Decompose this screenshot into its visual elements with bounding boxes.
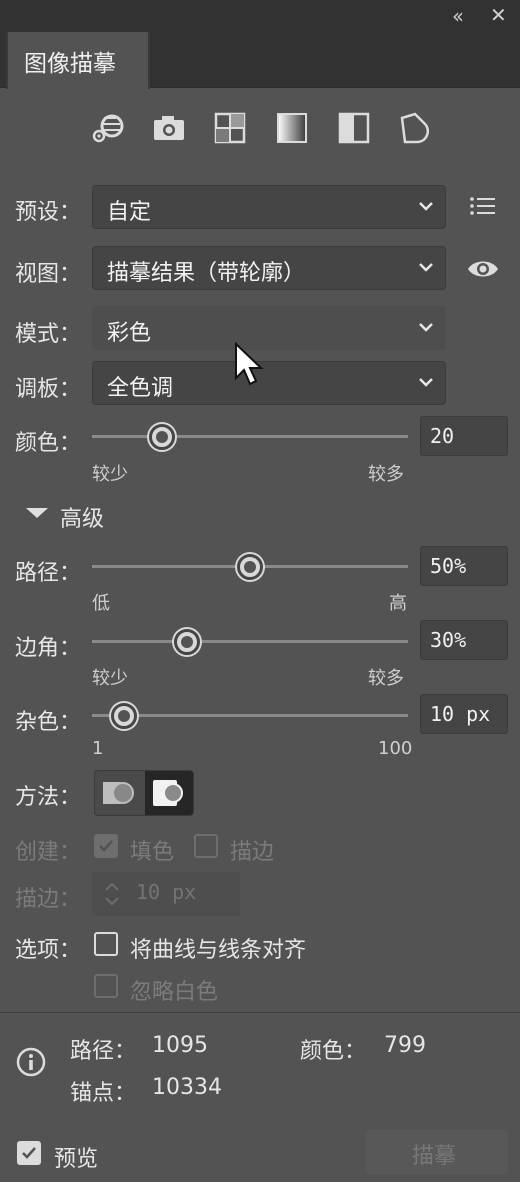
paths-label: 路径： xyxy=(15,561,82,586)
stepper-arrows-icon xyxy=(105,882,119,906)
colors-min-label: 较少 xyxy=(92,464,128,485)
eye-icon[interactable] xyxy=(466,256,500,282)
preview-checkbox[interactable] xyxy=(17,1141,41,1165)
stroke-width-value: 10 px xyxy=(136,880,197,904)
corners-max-label: 较多 xyxy=(368,668,404,689)
check-icon xyxy=(99,840,113,852)
ignore-white-label: 忽略白色 xyxy=(130,980,219,1005)
colors-slider-handle[interactable] xyxy=(148,423,175,450)
disclosure-triangle-icon[interactable] xyxy=(26,508,48,518)
stroke-label: 描边 xyxy=(230,840,275,865)
preset-dropdown[interactable]: 自定 xyxy=(92,185,446,229)
ignore-white-checkbox[interactable] xyxy=(94,974,118,998)
colors-label: 颜色： xyxy=(15,431,82,456)
info-icon xyxy=(16,1047,46,1077)
preset-menu-icon[interactable] xyxy=(466,193,500,221)
tab-bar: 图像描摹 xyxy=(0,32,520,89)
colors-count-value: 799 xyxy=(384,1033,426,1058)
noise-slider-handle[interactable] xyxy=(110,702,137,729)
create-label: 创建： xyxy=(15,840,82,865)
chevron-down-icon xyxy=(419,202,433,211)
chevron-down-icon xyxy=(419,323,433,332)
tab-label: 图像描摹 xyxy=(24,51,116,77)
chevron-down-icon xyxy=(419,378,433,387)
fill-label: 填色 xyxy=(130,840,175,865)
stroke-width-stepper[interactable]: 10 px xyxy=(92,872,240,916)
collapse-panel-icon[interactable]: ‹‹ xyxy=(452,4,464,28)
paths-count-label: 路径： xyxy=(70,1039,137,1064)
anchors-count-value: 10334 xyxy=(152,1075,222,1100)
anchors-count-label: 锚点： xyxy=(70,1081,137,1106)
noise-label: 杂色： xyxy=(15,710,82,735)
paths-count-value: 1095 xyxy=(152,1033,208,1058)
noise-value: 10 px xyxy=(430,702,491,726)
corners-slider-handle[interactable] xyxy=(173,628,200,655)
corners-label: 边角： xyxy=(15,636,82,661)
colors-input[interactable]: 20 xyxy=(420,416,508,456)
view-label: 视图： xyxy=(15,262,82,287)
check-icon xyxy=(22,1147,36,1159)
preview-label: 预览 xyxy=(54,1147,99,1172)
overlapping-method-button[interactable] xyxy=(145,771,193,815)
fill-checkbox[interactable] xyxy=(94,834,118,858)
preset-label: 预设： xyxy=(15,200,82,225)
close-icon[interactable]: ✕ xyxy=(490,3,507,27)
mode-value: 彩色 xyxy=(107,321,152,346)
trace-button[interactable]: 描摹 xyxy=(366,1130,508,1174)
colors-max-label: 较多 xyxy=(368,464,404,485)
noise-max-label: 100 xyxy=(378,738,413,759)
panel-title-bar: ‹‹ ✕ xyxy=(0,0,520,32)
noise-input[interactable]: 10 px xyxy=(420,694,508,734)
method-toggle-group xyxy=(94,770,194,816)
corners-input[interactable]: 30% xyxy=(420,620,508,660)
paths-max-label: 高 xyxy=(389,593,407,614)
preset-value: 自定 xyxy=(107,200,152,225)
tab-image-trace[interactable]: 图像描摹 xyxy=(6,32,150,89)
divider xyxy=(0,1012,520,1013)
noise-min-label: 1 xyxy=(92,738,104,759)
outline-shape-icon[interactable] xyxy=(397,110,433,146)
view-dropdown[interactable]: 描摹结果（带轮廓） xyxy=(92,246,446,290)
snap-curves-checkbox[interactable] xyxy=(94,932,118,956)
gradient-icon[interactable] xyxy=(274,110,310,146)
corners-value: 30% xyxy=(430,628,467,652)
paths-min-label: 低 xyxy=(92,593,110,614)
paths-value: 50% xyxy=(430,554,467,578)
colors-value: 20 xyxy=(430,424,455,448)
view-value: 描摹结果（带轮廓） xyxy=(107,261,306,286)
stroke-checkbox[interactable] xyxy=(194,834,218,858)
chevron-down-icon xyxy=(419,263,433,272)
abutting-method-button[interactable] xyxy=(95,771,145,815)
mode-dropdown[interactable]: 彩色 xyxy=(92,306,446,350)
noise-slider-track[interactable] xyxy=(92,714,408,717)
snap-curves-label: 将曲线与线条对齐 xyxy=(130,938,307,963)
corners-slider-track[interactable] xyxy=(92,640,408,643)
mouse-cursor-icon xyxy=(235,342,264,386)
trace-button-label: 描摹 xyxy=(412,1144,457,1169)
colors-count-label: 颜色： xyxy=(300,1039,367,1064)
colors-slider-track[interactable] xyxy=(92,435,408,438)
corners-min-label: 较少 xyxy=(92,668,128,689)
mode-label: 模式： xyxy=(15,322,82,347)
paths-input[interactable]: 50% xyxy=(420,546,508,586)
stroke-width-label: 描边： xyxy=(15,887,82,912)
camera-icon[interactable] xyxy=(151,110,187,146)
palette-value: 全色调 xyxy=(107,376,174,401)
advanced-toggle[interactable]: 高级 xyxy=(60,501,104,533)
options-label: 选项： xyxy=(15,938,82,963)
palette-label: 调板： xyxy=(15,377,82,402)
auto-color-icon[interactable] xyxy=(90,110,126,146)
method-label: 方法： xyxy=(15,785,82,810)
palette-dropdown[interactable]: 全色调 xyxy=(92,361,446,405)
grayscale-grid-icon[interactable] xyxy=(212,110,248,146)
black-white-icon[interactable] xyxy=(336,110,372,146)
preset-icon-row xyxy=(0,110,520,150)
paths-slider-handle[interactable] xyxy=(237,553,263,580)
